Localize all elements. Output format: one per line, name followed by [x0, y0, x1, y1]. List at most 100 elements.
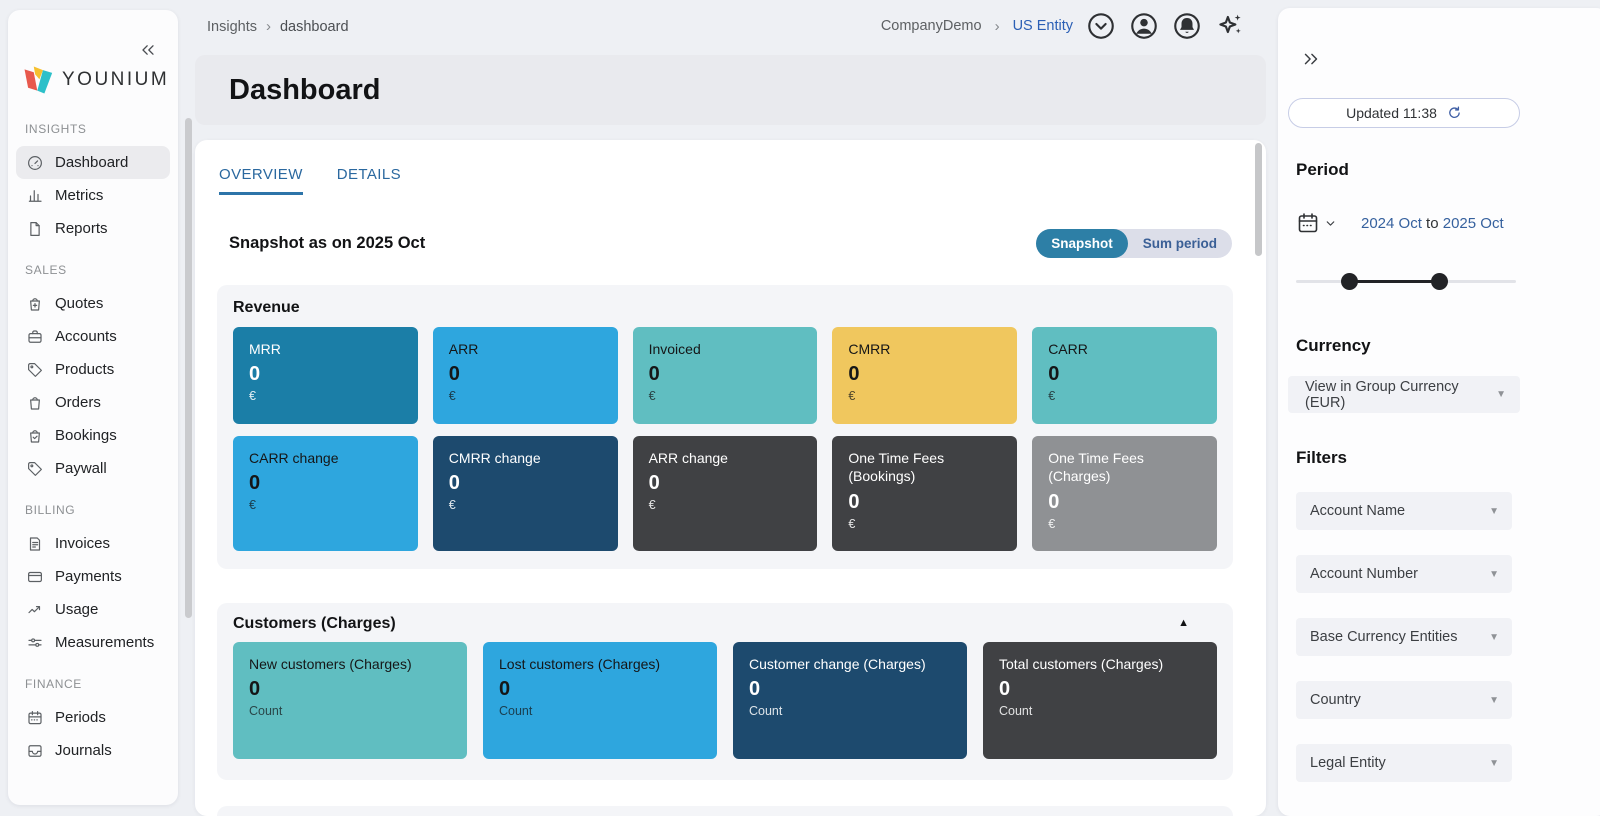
metric-card-carr[interactable]: CARR0€ — [1032, 327, 1217, 424]
sidebar-section-label: BILLING — [25, 503, 178, 517]
sidebar-collapse-icon[interactable] — [138, 40, 158, 60]
filter-select-account-name[interactable]: Account Name▼ — [1296, 492, 1512, 530]
sidebar-item-products[interactable]: Products — [16, 353, 170, 386]
filter-select-base-currency-entities[interactable]: Base Currency Entities▼ — [1296, 618, 1512, 656]
section-customers-charges: Customers (Charges)▲New customers (Charg… — [217, 603, 1233, 780]
metric-card-lost-customers-charges[interactable]: Lost customers (Charges)0Count — [483, 642, 717, 759]
sidebar-item-measurements[interactable]: Measurements — [16, 626, 170, 659]
metric-card-total-customers-charges[interactable]: Total customers (Charges)0Count — [983, 642, 1217, 759]
filter-select-country[interactable]: Country ▼ — [1296, 681, 1512, 719]
slider-fill — [1349, 280, 1439, 283]
younium-logo: YOUNIUM — [21, 64, 169, 96]
metric-value: 0 — [649, 472, 802, 495]
period-range-link[interactable]: 2024 Oct to 2025 Oct — [1361, 215, 1504, 232]
metric-unit: € — [449, 389, 602, 403]
slider-handle-end[interactable] — [1431, 273, 1448, 290]
entity-switcher[interactable]: US Entity — [1013, 18, 1073, 34]
filter-select-legal-entity[interactable]: Legal Entity▼ — [1296, 744, 1512, 782]
currency-selected-value: View in Group Currency (EUR) — [1305, 379, 1496, 411]
sidebar-item-usage[interactable]: Usage — [16, 593, 170, 626]
period-range-slider[interactable] — [1296, 273, 1516, 290]
ai-sparkle-icon[interactable] — [1215, 11, 1245, 41]
caret-down-icon: ▼ — [1489, 569, 1499, 580]
filter-label: Account Number — [1310, 566, 1418, 582]
tab-bar: OVERVIEW DETAILS — [219, 166, 401, 195]
metric-card-cmrr-change[interactable]: CMRR change0€ — [433, 436, 618, 551]
panel-collapse-icon[interactable] — [1300, 48, 1322, 70]
expand-circle-icon[interactable] — [1086, 11, 1116, 41]
metric-label: CARR change — [249, 449, 402, 467]
sidebar-item-periods[interactable]: Periods — [16, 701, 170, 734]
slider-handle-start[interactable] — [1341, 273, 1358, 290]
metric-card-carr-change[interactable]: CARR change0€ — [233, 436, 418, 551]
metric-label: CMRR change — [449, 449, 602, 467]
metric-label: New customers (Charges) — [249, 655, 451, 673]
metric-card-arr[interactable]: ARR0€ — [433, 327, 618, 424]
metric-card-arr-change[interactable]: ARR change0€ — [633, 436, 818, 551]
metric-label: CARR — [1048, 340, 1201, 358]
filter-select-account-number[interactable]: Account Number ▼ — [1296, 555, 1512, 593]
metric-value: 0 — [499, 678, 701, 701]
receipt-icon — [26, 535, 44, 553]
sidebar-item-quotes[interactable]: Quotes — [16, 287, 170, 320]
filters-list: Account Name▼ Account Number ▼ Base Currenc… — [1296, 492, 1512, 807]
snapshot-sum-toggle: SnapshotSum period — [1036, 229, 1232, 258]
section-title: Revenue — [233, 299, 1217, 317]
caret-down-icon: ▼ — [1496, 389, 1506, 400]
document-icon — [26, 220, 44, 238]
sidebar-item-invoices[interactable]: Invoices — [16, 527, 170, 560]
sidebar-item-label: Usage — [55, 601, 98, 618]
metric-card-invoiced[interactable]: Invoiced0€ — [633, 327, 818, 424]
main-scrollbar[interactable] — [1255, 143, 1262, 256]
metric-card-new-customers-charges[interactable]: New customers (Charges)0Count — [233, 642, 467, 759]
sidebar-item-payments[interactable]: Payments — [16, 560, 170, 593]
filter-label: Country — [1310, 692, 1361, 708]
metric-value: 0 — [449, 363, 602, 386]
sidebar-item-orders[interactable]: Orders — [16, 386, 170, 419]
sidebar-item-label: Bookings — [55, 427, 117, 444]
sidebar-item-bookings[interactable]: Bookings — [16, 419, 170, 452]
toggle-option-sum-period[interactable]: Sum period — [1128, 229, 1232, 258]
tab-overview[interactable]: OVERVIEW — [219, 166, 303, 195]
sidebar-item-paywall[interactable]: Paywall — [16, 452, 170, 485]
caret-down-icon: ▼ — [1489, 695, 1499, 706]
user-profile-icon[interactable] — [1129, 11, 1159, 41]
period-from[interactable]: 2024 Oct — [1361, 215, 1422, 232]
breadcrumb-parent[interactable]: Insights — [207, 19, 257, 35]
sidebar-item-journals[interactable]: Journals — [16, 734, 170, 767]
notifications-bell-icon[interactable] — [1172, 11, 1202, 41]
calendar-icon — [26, 709, 44, 727]
metric-card-customer-change-charges[interactable]: Customer change (Charges)0Count — [733, 642, 967, 759]
sidebar-item-label: Products — [55, 361, 114, 378]
metric-value: 0 — [249, 363, 402, 386]
metric-card-one-time-fees-charges[interactable]: One Time Fees (Charges)0€ — [1032, 436, 1217, 551]
toggle-option-snapshot[interactable]: Snapshot — [1036, 229, 1128, 258]
metric-value: 0 — [249, 678, 451, 701]
metric-card-cmrr[interactable]: CMRR0€ — [832, 327, 1017, 424]
metric-label: One Time Fees (Bookings) — [848, 449, 1001, 486]
bag-plus-icon — [26, 295, 44, 313]
sidebar-scrollbar[interactable] — [185, 118, 192, 618]
metric-unit: € — [1048, 389, 1201, 403]
company-switcher[interactable]: CompanyDemo — [881, 18, 982, 34]
period-to[interactable]: 2025 Oct — [1443, 215, 1504, 232]
collapse-section-icon[interactable]: ▲ — [1178, 617, 1189, 629]
updated-refresh-button[interactable]: Updated 11:38 — [1288, 98, 1520, 128]
period-to-word: to — [1426, 215, 1443, 232]
metric-card-mrr[interactable]: MRR0€ — [233, 327, 418, 424]
currency-select[interactable]: View in Group Currency (EUR) ▼ — [1288, 376, 1520, 413]
sidebar-item-dashboard[interactable]: Dashboard — [16, 146, 170, 179]
sidebar-item-accounts[interactable]: Accounts — [16, 320, 170, 353]
calendar-icon[interactable] — [1296, 211, 1320, 235]
filters-heading: Filters — [1296, 448, 1347, 468]
chevron-down-icon[interactable] — [1324, 217, 1337, 230]
tab-details[interactable]: DETAILS — [337, 166, 401, 195]
main-content: OVERVIEWDETAILS Snapshot as on 2025 Oct … — [195, 140, 1266, 816]
sidebar-item-label: Invoices — [55, 535, 110, 552]
sidebar-item-label: Dashboard — [55, 154, 128, 171]
card-row: MRR0€ARR0€Invoiced0€CMRR0€CARR0€ — [233, 327, 1217, 424]
chevron-right-icon: › — [995, 18, 1000, 35]
sidebar-item-metrics[interactable]: Metrics — [16, 179, 170, 212]
sidebar-item-reports[interactable]: Reports — [16, 212, 170, 245]
metric-card-one-time-fees-bookings[interactable]: One Time Fees (Bookings)0€ — [832, 436, 1017, 551]
